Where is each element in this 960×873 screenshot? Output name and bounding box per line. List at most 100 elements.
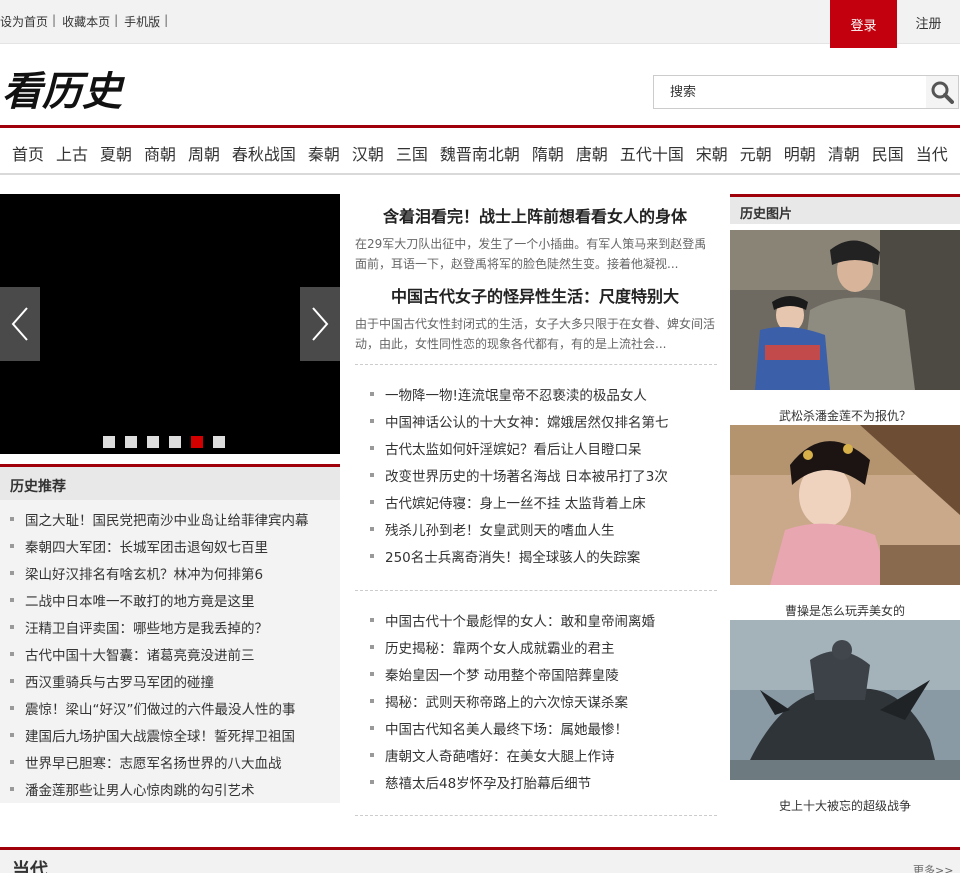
picture-caption-3[interactable]: 史上十大被忘的超级战争 [730,797,960,814]
nav-item[interactable]: 秦朝 [308,141,340,165]
slider-dot[interactable] [103,436,115,448]
chevron-right-icon [312,307,329,341]
pictures-title: 历史图片 [740,207,793,222]
slider-dot[interactable] [169,436,181,448]
list-item[interactable]: 秦朝四大军团：长城军团击退匈奴七百里 [0,536,340,563]
picture-caption-2[interactable]: 曹操是怎么玩弄美女的 [730,602,960,619]
list-item[interactable]: 唐朝文人奇葩嗜好：在美女大腿上作诗 [370,745,715,772]
search-input[interactable] [654,76,926,108]
chevron-left-icon [11,307,28,341]
bookmark-link[interactable]: 收藏本页 [62,13,110,30]
separator: | [164,13,169,27]
pictures-header: 历史图片 [730,194,960,224]
list-item[interactable]: 古代太监如何奸淫嫔妃？看后让人目瞪口呆 [370,438,715,465]
list-item[interactable]: 揭秘：武则天称帝路上的六次惊天谋杀案 [370,691,715,718]
nav-item[interactable]: 商朝 [144,141,176,165]
list-item[interactable]: 西汉重骑兵与古罗马军团的碰撞 [0,671,340,698]
nav-item[interactable]: 春秋战国 [232,141,296,165]
nav-item[interactable]: 上古 [56,141,88,165]
list-item[interactable]: 250名士兵离奇消失！揭全球骇人的失踪案 [370,546,715,573]
nav-item[interactable]: 元朝 [740,141,772,165]
picture-caption-1[interactable]: 武松杀潘金莲不为报仇？ [730,407,960,424]
list-item[interactable]: 世界早已胆寒：志愿军名扬世界的八大血战 [0,752,340,779]
slider-dots [103,436,225,448]
list-item[interactable]: 古代嫔妃侍寝：身上一丝不挂 太监背着上床 [370,492,715,519]
list-item[interactable]: 中国神话公认的十大女神：嫦娥居然仅排名第七 [370,411,715,438]
list-item[interactable]: 秦始皇因一个梦 动用整个帝国陪葬皇陵 [370,664,715,691]
slider-prev-button[interactable] [0,287,40,361]
image-slider[interactable] [0,194,340,454]
slider-dot[interactable] [191,436,203,448]
nav-item[interactable]: 民国 [872,141,904,165]
nav-item[interactable]: 汉朝 [352,141,384,165]
picture-3[interactable] [730,620,960,780]
divider [355,815,717,816]
top-links: 设为首页 | 收藏本页 | 手机版 | [0,13,174,30]
slider-dot[interactable] [147,436,159,448]
picture-2[interactable] [730,425,960,585]
nav-item[interactable]: 隋朝 [532,141,564,165]
list-item[interactable]: 慈禧太后48岁怀孕及打胎幕后细节 [370,772,715,799]
list-item[interactable]: 汪精卫自评卖国：哪些地方是我丢掉的？ [0,617,340,644]
login-button[interactable]: 登录 [830,0,897,48]
recommend-title: 历史推荐 [10,479,66,495]
slider-dot[interactable] [125,436,137,448]
separator: | [114,13,119,27]
nav-item[interactable]: 首页 [12,141,44,165]
main-nav: 首页 上古 夏朝 商朝 周朝 春秋战国 秦朝 汉朝 三国 魏晋南北朝 隋朝 唐朝 五代十国 宋朝 元朝 明朝清… [0,125,960,175]
nav-item[interactable]: 夏朝 [100,141,132,165]
news-list-1: 一物降一物!连流氓皇帝不忍亵渎的极品女人 中国神话公认的十大女神：嫦娥居然仅排名第… [370,384,715,573]
mobile-version-link[interactable]: 手机版 [124,13,160,30]
featured-desc-1: 在29军大刀队出征中，发生了一个小插曲。有军人策马来到赵登禹面前，耳语一下，赵登… [355,237,707,271]
list-item[interactable]: 建国后九场护国大战震惊全球！誓死捍卫祖国 [0,725,340,752]
slider-dot[interactable] [213,436,225,448]
divider [355,364,717,365]
wusong-scene-image [730,230,960,390]
nav-item[interactable]: 清朝 [828,141,860,165]
featured-title-1[interactable]: 含着泪看完！战士上阵前想看看女人的身体 [355,203,715,227]
nav-item[interactable]: 三国 [396,141,428,165]
list-item[interactable]: 潘金莲那些让男人心惊肉跳的勾引艺术 [0,779,340,806]
battle-scene-image [730,620,960,780]
list-item[interactable]: 古代中国十大智囊：诸葛亮竟没进前三 [0,644,340,671]
featured-desc-2: 由于中国古代女性封闭式的生活，女子大多只限于在女眷、婢女间活动，由此，女性同性恋… [355,317,716,351]
list-item[interactable]: 梁山好汉排名有啥玄机？林冲为何排第6 [0,563,340,590]
section-title: 当代 [12,860,48,873]
list-item[interactable]: 二战中日本唯一不敢打的地方竟是这里 [0,590,340,617]
nav-item[interactable]: 五代十国 [620,141,684,165]
site-logo[interactable]: 看历史 [2,60,142,116]
cao-cao-beauty-image [730,425,960,585]
nav-item[interactable]: 周朝 [188,141,220,165]
nav-item[interactable]: 魏晋南北朝 [440,141,520,165]
list-item[interactable]: 一物降一物!连流氓皇帝不忍亵渎的极品女人 [370,384,715,411]
recommend-list: 国之大耻！国民党把南沙中业岛让给菲律宾内幕 秦朝四大军团：长城军团击退匈奴七百里梁… [0,500,340,803]
top-bar: 设为首页 | 收藏本页 | 手机版 | [0,0,960,44]
list-item[interactable]: 国之大耻！国民党把南沙中业岛让给菲律宾内幕 [0,509,340,536]
list-item[interactable]: 中国古代十个最彪悍的女人：敢和皇帝闹离婚 [370,610,715,637]
list-item[interactable]: 残杀儿孙到老！女皇武则天的嗜血人生 [370,519,715,546]
search-box [653,75,959,109]
list-item[interactable]: 中国古代知名美人最终下场：属她最惨！ [370,718,715,745]
section-contemporary-header: 当代 更多>> [0,847,960,873]
nav-list: 首页 上古 夏朝 商朝 周朝 春秋战国 秦朝 汉朝 三国 魏晋南北朝 隋朝 唐朝 五代十国 宋朝 元朝 明朝清… [0,141,960,165]
search-icon [931,81,954,104]
picture-1[interactable] [730,230,960,390]
recommend-header: 历史推荐 [0,464,340,500]
search-button[interactable] [926,76,958,108]
more-link[interactable]: 更多>> [913,862,953,873]
list-item[interactable]: 历史揭秘：靠两个女人成就霸业的君主 [370,637,715,664]
register-button[interactable]: 注册 [897,0,960,44]
logo-text: 看历史 [2,68,125,115]
nav-item[interactable]: 宋朝 [696,141,728,165]
list-item[interactable]: 震惊！梁山“好汉”们做过的六件最没人性的事 [0,698,340,725]
set-homepage-link[interactable]: 设为首页 [0,13,48,30]
nav-item[interactable]: 当代 [916,141,948,165]
slider-next-button[interactable] [300,287,340,361]
list-item[interactable]: 改变世界历史的十场著名海战 日本被吊打了3次 [370,465,715,492]
nav-item[interactable]: 唐朝 [576,141,608,165]
featured-title-2[interactable]: 中国古代女子的怪异性生活：尺度特别大 [355,283,715,307]
separator: | [52,13,57,27]
news-list-2: 中国古代十个最彪悍的女人：敢和皇帝闹离婚 历史揭秘：靠两个女人成就霸业的君主 秦始皇… [370,610,715,799]
nav-item[interactable]: 明朝 [784,141,816,165]
divider [355,590,717,591]
